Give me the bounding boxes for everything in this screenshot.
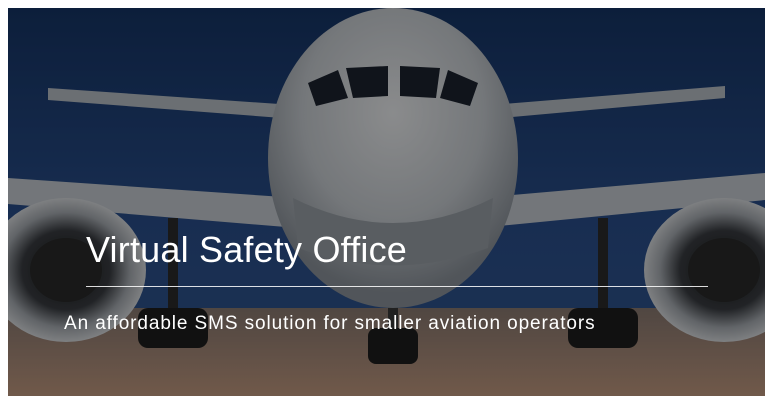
hero-title: Virtual Safety Office — [86, 229, 408, 270]
hero-banner: Virtual Safety Office An affordable SMS … — [8, 8, 765, 396]
title-divider — [86, 286, 708, 287]
hero-subtitle: An affordable SMS solution for smaller a… — [64, 313, 596, 334]
airplane-front-view-image — [8, 8, 765, 396]
